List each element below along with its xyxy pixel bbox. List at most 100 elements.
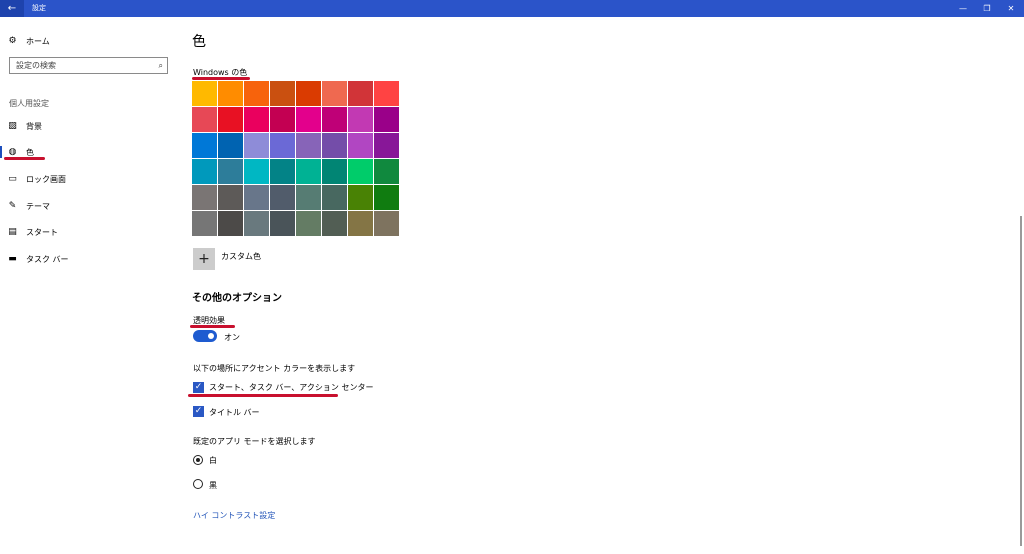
palette-icon: ◍ bbox=[8, 146, 17, 157]
annotation-underline bbox=[192, 77, 250, 80]
minimize-icon[interactable]: — bbox=[951, 0, 975, 17]
color-swatch[interactable] bbox=[218, 133, 243, 158]
sidebar-item-label: タスク バー bbox=[26, 254, 69, 264]
window-title: 設定 bbox=[32, 4, 46, 12]
app-mode-label: 既定のアプリ モードを選択します bbox=[193, 437, 316, 446]
sidebar-item-themes[interactable]: ✎ テーマ bbox=[7, 199, 50, 213]
annotation-underline bbox=[188, 394, 338, 397]
search-input[interactable]: 設定の検索 ⌕ bbox=[9, 57, 168, 74]
transparency-toggle[interactable] bbox=[193, 330, 217, 342]
color-swatch[interactable] bbox=[348, 211, 373, 236]
toggle-knob bbox=[208, 333, 214, 339]
color-swatch[interactable] bbox=[192, 107, 217, 132]
color-swatch[interactable] bbox=[270, 81, 295, 106]
color-swatch[interactable] bbox=[244, 211, 269, 236]
search-icon[interactable]: ⌕ bbox=[159, 61, 163, 71]
color-swatch[interactable] bbox=[270, 107, 295, 132]
color-swatch[interactable] bbox=[374, 133, 399, 158]
color-swatch[interactable] bbox=[322, 133, 347, 158]
color-swatch[interactable] bbox=[270, 133, 295, 158]
color-swatch[interactable] bbox=[322, 107, 347, 132]
checkbox-label[interactable]: タイトル バー bbox=[209, 407, 260, 418]
sidebar-item-label: テーマ bbox=[26, 201, 50, 211]
color-swatch[interactable] bbox=[348, 159, 373, 184]
annotation-underline bbox=[190, 325, 235, 328]
search-placeholder: 設定の検索 bbox=[16, 61, 56, 70]
color-swatch[interactable] bbox=[270, 185, 295, 210]
color-swatch[interactable] bbox=[270, 211, 295, 236]
radio-label[interactable]: 黒 bbox=[209, 480, 217, 491]
sidebar-item-label: ロック画面 bbox=[26, 174, 66, 184]
color-swatch[interactable] bbox=[322, 81, 347, 106]
picture-icon: ▨ bbox=[8, 120, 17, 131]
monitor-icon: ▭ bbox=[8, 173, 17, 184]
color-swatch[interactable] bbox=[374, 107, 399, 132]
color-swatch[interactable] bbox=[374, 159, 399, 184]
color-swatch[interactable] bbox=[192, 81, 217, 106]
toggle-state-label: オン bbox=[224, 333, 240, 342]
color-swatch[interactable] bbox=[296, 185, 321, 210]
page-title: 色 bbox=[192, 34, 206, 50]
color-swatch[interactable] bbox=[218, 107, 243, 132]
color-swatch[interactable] bbox=[192, 211, 217, 236]
sidebar-item-label: 色 bbox=[26, 147, 34, 157]
color-swatch[interactable] bbox=[218, 159, 243, 184]
sidebar-item-start[interactable]: ▤ スタート bbox=[7, 225, 58, 239]
add-custom-color-button[interactable]: + bbox=[193, 248, 215, 270]
taskbar-icon: ▬ bbox=[8, 253, 17, 264]
close-icon[interactable]: ✕ bbox=[999, 0, 1023, 17]
color-swatch[interactable] bbox=[348, 107, 373, 132]
scrollbar[interactable] bbox=[1020, 216, 1022, 546]
color-swatch[interactable] bbox=[322, 159, 347, 184]
sidebar-item-taskbar[interactable]: ▬ タスク バー bbox=[7, 252, 69, 266]
color-swatch[interactable] bbox=[348, 133, 373, 158]
color-swatch[interactable] bbox=[374, 185, 399, 210]
checkbox-start-taskbar-action-center[interactable]: ✓ bbox=[193, 382, 204, 393]
back-arrow-icon[interactable]: ← bbox=[0, 0, 24, 17]
color-swatch[interactable] bbox=[296, 107, 321, 132]
color-swatch[interactable] bbox=[192, 159, 217, 184]
color-swatch[interactable] bbox=[348, 81, 373, 106]
color-swatch[interactable] bbox=[244, 107, 269, 132]
color-swatch[interactable] bbox=[348, 185, 373, 210]
color-swatch[interactable] bbox=[244, 81, 269, 106]
other-options-heading: その他のオプション bbox=[192, 293, 282, 304]
custom-color-label[interactable]: カスタム色 bbox=[221, 251, 261, 262]
sidebar-item-label: スタート bbox=[26, 227, 58, 237]
annotation-underline bbox=[4, 157, 45, 160]
color-swatch[interactable] bbox=[296, 211, 321, 236]
restore-icon[interactable]: ❐ bbox=[975, 0, 999, 17]
color-swatch[interactable] bbox=[322, 211, 347, 236]
color-swatch[interactable] bbox=[244, 133, 269, 158]
sidebar-item-lock-screen[interactable]: ▭ ロック画面 bbox=[7, 172, 66, 186]
radio-dark[interactable] bbox=[193, 479, 203, 489]
color-swatch-grid bbox=[192, 81, 399, 236]
accent-surfaces-label: 以下の場所にアクセント カラーを表示します bbox=[193, 364, 356, 373]
radio-label[interactable]: 白 bbox=[209, 455, 217, 466]
color-swatch[interactable] bbox=[296, 81, 321, 106]
high-contrast-settings-link[interactable]: ハイ コントラスト設定 bbox=[193, 510, 275, 521]
sidebar-item-home[interactable]: ⚙ ホーム bbox=[7, 34, 50, 48]
color-swatch[interactable] bbox=[218, 185, 243, 210]
sidebar-item-label: ホーム bbox=[26, 36, 50, 46]
title-bar: ← 設定 — ❐ ✕ bbox=[0, 0, 1024, 17]
color-swatch[interactable] bbox=[244, 159, 269, 184]
color-swatch[interactable] bbox=[218, 211, 243, 236]
radio-light[interactable] bbox=[193, 455, 203, 465]
checkbox-title-bars[interactable]: ✓ bbox=[193, 406, 204, 417]
color-swatch[interactable] bbox=[218, 81, 243, 106]
color-swatch[interactable] bbox=[296, 133, 321, 158]
color-swatch[interactable] bbox=[192, 185, 217, 210]
color-swatch[interactable] bbox=[244, 185, 269, 210]
color-swatch[interactable] bbox=[296, 159, 321, 184]
color-swatch[interactable] bbox=[192, 133, 217, 158]
selection-indicator bbox=[0, 146, 2, 158]
color-swatch[interactable] bbox=[270, 159, 295, 184]
sidebar-item-label: 背景 bbox=[26, 121, 42, 131]
sidebar-item-background[interactable]: ▨ 背景 bbox=[7, 119, 42, 133]
color-swatch[interactable] bbox=[322, 185, 347, 210]
plus-icon: + bbox=[198, 251, 210, 267]
checkbox-label[interactable]: スタート、タスク バー、アクション センター bbox=[209, 382, 373, 393]
color-swatch[interactable] bbox=[374, 81, 399, 106]
color-swatch[interactable] bbox=[374, 211, 399, 236]
